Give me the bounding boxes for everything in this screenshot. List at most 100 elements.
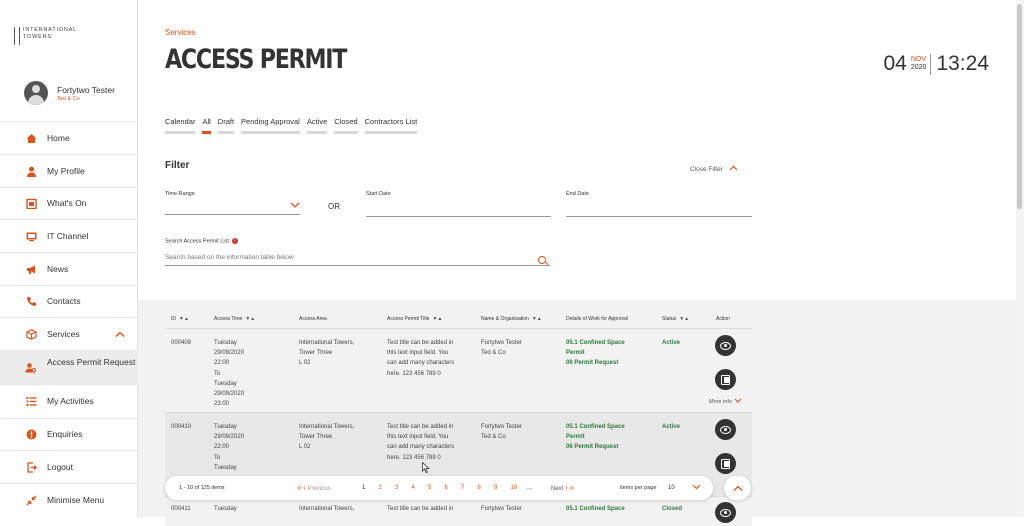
column-header-id[interactable]: ID ▼▲ xyxy=(171,316,189,322)
sidebar-item-label: Logout xyxy=(47,461,73,472)
sidebar-item-label: What's On xyxy=(47,198,87,208)
megaphone-icon xyxy=(25,263,37,275)
column-header-label: Details of Work for Approval xyxy=(566,316,628,322)
sort-icon[interactable]: ▼▲ xyxy=(433,316,443,322)
chevron-down-icon[interactable] xyxy=(290,200,300,210)
box-icon xyxy=(25,328,37,340)
sidebar-item-contacts[interactable]: Contacts xyxy=(0,285,138,317)
row-name-org: Fortytwo Tester xyxy=(481,506,522,512)
clock-month: NOV xyxy=(910,56,927,63)
column-header-access-time[interactable]: Access Time ▼▲ xyxy=(214,316,255,322)
sidebar-item-logout[interactable]: Logout xyxy=(0,450,138,483)
first-page-icon[interactable]: « xyxy=(297,483,301,492)
column-header-title[interactable]: Access Permit Title ▼▲ xyxy=(387,316,442,322)
scroll-to-top-button[interactable] xyxy=(724,476,751,500)
page-number[interactable]: 3 xyxy=(395,485,412,491)
chevron-down-icon[interactable] xyxy=(692,483,701,492)
column-header-label: Access Permit Title xyxy=(387,316,430,322)
sidebar-item-minimise-menu[interactable]: Minimise Menu xyxy=(0,483,138,517)
breadcrumb[interactable]: Services xyxy=(165,28,196,37)
page-ellipsis[interactable]: ... xyxy=(527,485,544,491)
user-profile[interactable]: Fortytwo Tester Ted & Co xyxy=(24,81,115,105)
title-line: can add many characters xyxy=(387,360,455,367)
tab-pending-approval[interactable]: Pending Approval xyxy=(241,117,300,134)
time-line: 29/09/2020 xyxy=(214,391,245,398)
page-number[interactable]: 6 xyxy=(445,485,462,491)
more-info-link[interactable]: More info xyxy=(709,398,742,405)
previous-button[interactable]: « ‹ Previous xyxy=(297,483,331,492)
info-icon[interactable]: ! xyxy=(231,238,238,244)
last-page-icon[interactable]: » xyxy=(569,483,573,492)
search-icon[interactable] xyxy=(538,256,546,264)
details-line: 06 Permit Request xyxy=(566,360,619,367)
sort-icon[interactable]: ▼▲ xyxy=(679,316,689,322)
sidebar-item-whats-on[interactable]: What's On xyxy=(0,187,138,219)
page-number[interactable]: 4 xyxy=(412,485,429,491)
time-range-select[interactable] xyxy=(165,214,300,215)
page-number[interactable]: 9 xyxy=(494,485,511,491)
time-line: Tuesday xyxy=(214,464,237,471)
sort-icon[interactable]: ▼▲ xyxy=(179,316,189,322)
row-details[interactable]: 05.1 Confined Space Permit 06 Permit Req… xyxy=(566,422,625,453)
column-header-name[interactable]: Name & Organisation ▼▲ xyxy=(481,316,542,322)
time-line: 29/09/2020 xyxy=(214,434,245,441)
tab-draft[interactable]: Draft xyxy=(217,117,235,134)
sidebar-item-it-channel[interactable]: IT Channel xyxy=(0,219,138,252)
column-header-access-area: Access Area xyxy=(299,316,327,322)
sidebar-item-my-profile[interactable]: My Profile xyxy=(0,154,138,187)
column-header-status[interactable]: Status ▼▲ xyxy=(662,316,689,322)
sidebar-item-services[interactable]: Services xyxy=(0,317,138,350)
logo-line-2: TOWERS xyxy=(23,34,52,40)
logo[interactable]: INTERNATIONAL TOWERS xyxy=(14,27,77,45)
table-row[interactable]: 000411 Tuesday International Towers, Tes… xyxy=(165,496,752,526)
tab-contractors-list[interactable]: Contractors List xyxy=(364,117,417,134)
page-number[interactable]: 10 xyxy=(511,485,528,491)
page-scrollbar[interactable] xyxy=(1016,0,1024,517)
row-access-area: International Towers, Tower Three L 02 xyxy=(299,422,354,453)
sidebar-item-my-activities[interactable]: My Activities xyxy=(0,384,138,418)
view-icon[interactable] xyxy=(715,335,736,356)
page-number[interactable]: 8 xyxy=(478,485,495,491)
row-permit-title: Test title can be added in this text inp… xyxy=(387,338,454,379)
title-line: can add many characters xyxy=(387,444,455,451)
items-per-page-select[interactable]: 10 xyxy=(668,485,675,491)
next-button[interactable]: Next › » xyxy=(551,483,574,492)
sidebar-item-access-permit-request[interactable]: Access Permit Request xyxy=(0,350,138,384)
search-input[interactable] xyxy=(165,254,550,266)
row-details[interactable]: 05.1 Confined Space xyxy=(566,504,625,514)
start-date-field[interactable] xyxy=(366,216,551,217)
tab-calendar[interactable]: Calendar xyxy=(165,117,196,134)
area-line: Tower Three xyxy=(299,434,333,441)
row-details[interactable]: 05.1 Confined Space Permit 06 Permit Req… xyxy=(566,338,625,369)
tab-closed[interactable]: Closed xyxy=(334,117,359,134)
sidebar-item-enquiries[interactable]: Enquiries xyxy=(0,418,138,450)
copy-icon[interactable] xyxy=(715,369,736,390)
row-permit-title: Test title can be added in this text inp… xyxy=(387,422,454,463)
sort-icon[interactable]: ▼▲ xyxy=(245,316,255,322)
start-date-label: Start Date xyxy=(366,191,391,197)
sidebar-item-news[interactable]: News xyxy=(0,252,138,285)
sort-icon[interactable]: ▼▲ xyxy=(532,316,542,322)
copy-icon[interactable] xyxy=(715,453,736,474)
table-row[interactable]: 000409 Tuesday 29/09/2020 22:00 To Tuesd… xyxy=(165,328,752,412)
end-date-label: End Date xyxy=(566,191,589,197)
next-label: Next xyxy=(551,486,564,492)
tab-all[interactable]: All xyxy=(202,117,212,134)
logout-icon xyxy=(25,461,37,473)
title-line: Test title can be added in xyxy=(387,424,454,430)
column-header-label: Action xyxy=(716,316,730,322)
avatar[interactable] xyxy=(24,81,48,105)
tab-active[interactable]: Active xyxy=(306,117,328,134)
page-number[interactable]: 5 xyxy=(428,485,445,491)
end-date-field[interactable] xyxy=(566,216,752,217)
view-icon[interactable] xyxy=(715,502,736,523)
page-number[interactable]: 7 xyxy=(461,485,478,491)
close-filter-button[interactable]: Close Filter xyxy=(690,163,738,173)
items-per-page-label: items per page xyxy=(620,485,657,491)
search-label: Search Access Permit List! xyxy=(165,238,238,244)
sidebar-item-home[interactable]: Home xyxy=(0,121,138,154)
page-number[interactable]: 2 xyxy=(379,485,396,491)
page-number[interactable]: 1 xyxy=(362,485,379,491)
scrollbar-thumb[interactable] xyxy=(1017,4,1022,209)
view-icon[interactable] xyxy=(715,419,736,440)
